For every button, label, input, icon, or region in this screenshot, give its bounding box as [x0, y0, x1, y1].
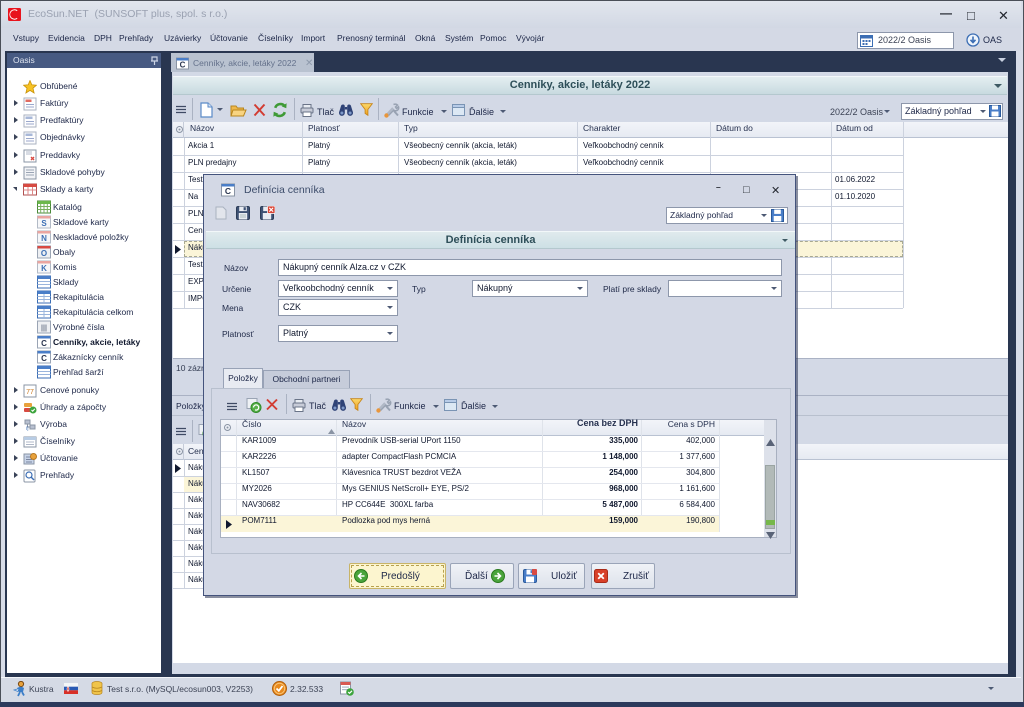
svg-text:C: C	[225, 186, 231, 196]
svg-text:S: S	[41, 219, 47, 228]
svg-text:77: 77	[26, 389, 34, 396]
svg-text:K: K	[41, 264, 47, 273]
svg-text:C: C	[41, 339, 47, 348]
svg-text:C: C	[180, 61, 186, 70]
svg-text:ïį: ïį	[26, 426, 29, 432]
svg-text:O: O	[41, 249, 47, 258]
svg-text:C: C	[41, 354, 47, 363]
svg-text:N: N	[41, 234, 47, 243]
svg-text:|||: |||	[41, 325, 47, 332]
